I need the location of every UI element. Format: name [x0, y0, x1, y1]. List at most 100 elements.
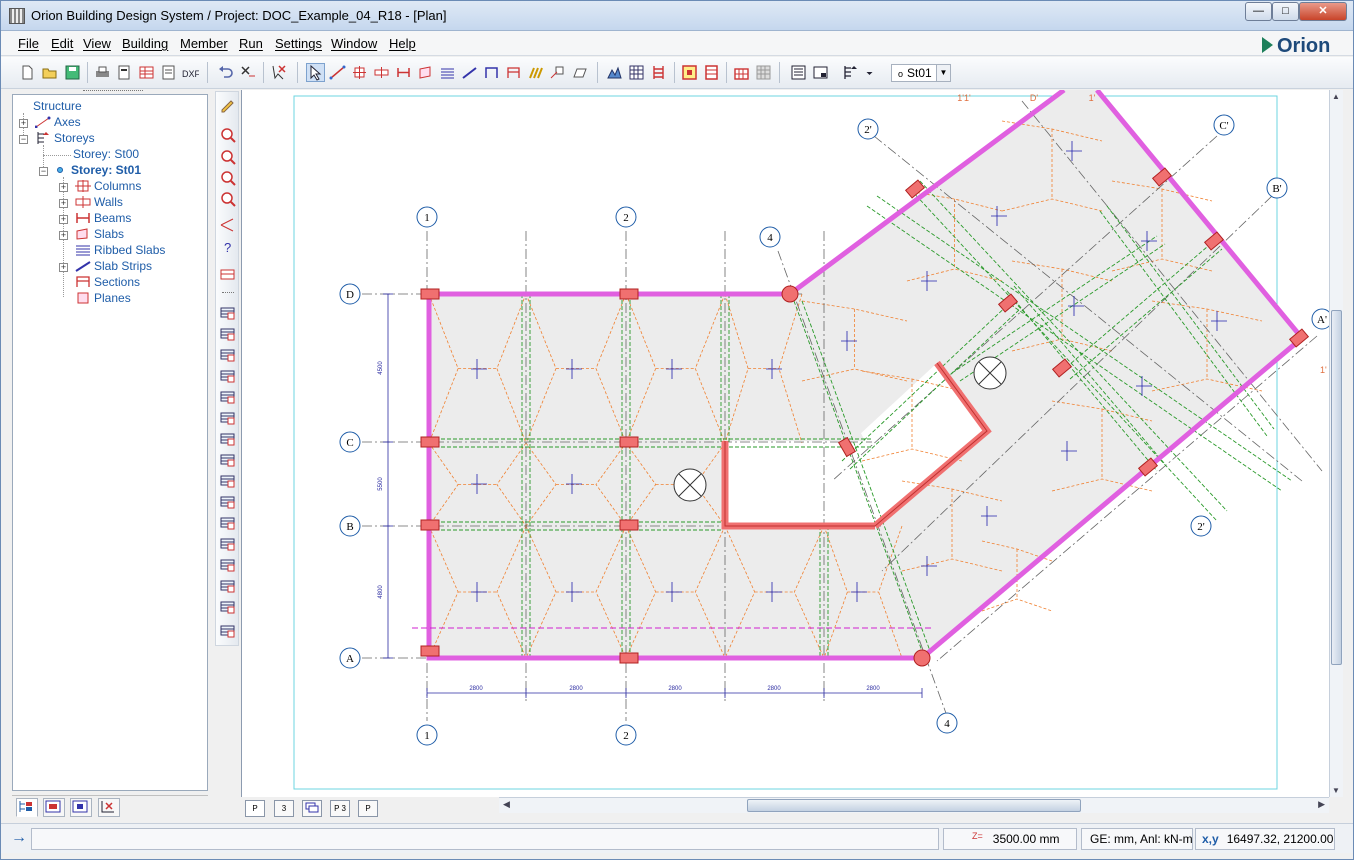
new-file-icon[interactable]	[18, 63, 37, 82]
plane-icon[interactable]	[570, 63, 589, 82]
storey-tool-2-icon[interactable]	[219, 325, 237, 343]
table-icon[interactable]	[137, 63, 156, 82]
save-icon[interactable]	[63, 63, 82, 82]
view-3d-icon[interactable]	[605, 63, 624, 82]
query-icon[interactable]: ?	[219, 238, 237, 256]
zoom-extents-icon[interactable]	[219, 190, 237, 208]
print-icon[interactable]	[93, 63, 112, 82]
horizontal-scroll-thumb[interactable]	[747, 799, 1081, 812]
floor-plan-drawing[interactable]: 1 21 244DCBA2' C'B'A'2'1'1' D' 1'1'4500550048…	[242, 90, 1330, 797]
view-angle-icon[interactable]	[219, 216, 237, 234]
slab-strip-icon[interactable]	[460, 63, 479, 82]
tree-item-storey-st00[interactable]: Storey: St00	[73, 147, 139, 163]
menu-file[interactable]: File	[18, 36, 39, 51]
open-folder-icon[interactable]	[40, 63, 59, 82]
select-pointer-icon[interactable]	[306, 63, 325, 82]
storey-tool-6-icon[interactable]	[219, 409, 237, 427]
dxf-export-icon[interactable]: DXF	[181, 63, 201, 82]
menu-building[interactable]: Building	[122, 36, 168, 51]
storey-nav-icon[interactable]	[841, 63, 860, 82]
tree-item-axes[interactable]: Axes	[35, 115, 81, 131]
section-icon[interactable]	[504, 63, 523, 82]
tree-item-slabs[interactable]: Slabs	[75, 227, 124, 243]
storey-tool-8-icon[interactable]	[219, 451, 237, 469]
menu-member[interactable]: Member	[180, 36, 228, 51]
storey-tool-15-icon[interactable]	[219, 598, 237, 616]
print-preview-icon[interactable]	[115, 63, 134, 82]
storey-tool-4-icon[interactable]	[219, 367, 237, 385]
storey-tool-10-icon[interactable]	[219, 493, 237, 511]
storey-tool-7-icon[interactable]	[219, 430, 237, 448]
menu-run[interactable]: Run	[239, 36, 263, 51]
tab-drawings[interactable]	[43, 798, 65, 817]
vertical-scrollbar[interactable]: ▲ ▼	[1329, 90, 1343, 797]
close-button[interactable]: ✕	[1299, 2, 1347, 21]
grid-table-icon[interactable]	[627, 63, 646, 82]
chevron-down-icon[interactable]: ▼	[936, 65, 950, 81]
storey-tool-14-icon[interactable]	[219, 577, 237, 595]
menu-help[interactable]: Help	[389, 36, 416, 51]
dimension-icon[interactable]	[548, 63, 567, 82]
expand-slab-strips[interactable]: +	[59, 263, 68, 272]
storey-tool-11-icon[interactable]	[219, 514, 237, 532]
window-view-icon[interactable]	[811, 63, 830, 82]
frame-icon[interactable]	[482, 63, 501, 82]
column-tool-icon[interactable]	[350, 63, 369, 82]
tree-root-structure[interactable]: Structure	[33, 99, 82, 115]
tab-structure-tree[interactable]	[16, 798, 38, 817]
grid-toggle-icon[interactable]	[754, 63, 773, 82]
expand-columns[interactable]: +	[59, 183, 68, 192]
expand-slabs[interactable]: +	[59, 231, 68, 240]
dropdown-arrow-icon[interactable]	[860, 63, 873, 82]
undo-icon[interactable]	[216, 63, 235, 82]
tab-reports[interactable]	[98, 798, 120, 817]
scroll-down-icon[interactable]: ▼	[1332, 786, 1340, 795]
reinforcement-icon[interactable]	[649, 63, 668, 82]
scroll-right-icon[interactable]: ▶	[1318, 799, 1325, 810]
menu-settings[interactable]: Settings	[275, 36, 322, 51]
wall-tool-icon[interactable]	[372, 63, 391, 82]
member-table-icon[interactable]	[219, 266, 237, 284]
tree-item-storeys[interactable]: Storeys	[35, 131, 95, 147]
tree-item-slab-strips[interactable]: Slab Strips	[75, 259, 152, 275]
command-line-input[interactable]	[31, 828, 939, 850]
tree-item-planes[interactable]: Planes	[75, 291, 131, 307]
tree-item-storey-st01[interactable]: Storey: St01	[57, 163, 141, 179]
beam-tool-icon[interactable]	[394, 63, 413, 82]
storey-tool-16-icon[interactable]	[219, 622, 237, 640]
scroll-up-icon[interactable]: ▲	[1332, 92, 1340, 101]
building-icon[interactable]	[732, 63, 751, 82]
draw-line-icon[interactable]	[328, 63, 347, 82]
pencil-icon[interactable]	[219, 96, 237, 114]
expand-walls[interactable]: +	[59, 199, 68, 208]
vertical-scroll-thumb[interactable]	[1331, 310, 1342, 665]
tree-item-sections[interactable]: Sections	[75, 275, 140, 291]
tab-analysis[interactable]	[70, 798, 92, 817]
zoom-window-icon[interactable]	[219, 126, 237, 144]
panel-grip[interactable]	[83, 90, 143, 93]
zoom-all-icon[interactable]	[219, 169, 237, 187]
menu-window[interactable]: Window	[331, 36, 377, 51]
expand-axes[interactable]: +	[19, 119, 28, 128]
storey-tool-12-icon[interactable]	[219, 535, 237, 553]
ribbed-slab-icon[interactable]	[438, 63, 457, 82]
storey-select[interactable]: o St01 ▼	[891, 64, 951, 82]
scroll-left-icon[interactable]: ◀	[503, 799, 510, 810]
deselect-icon[interactable]	[269, 63, 288, 82]
delete-icon[interactable]	[238, 63, 257, 82]
tab-3d-view[interactable]: 3	[274, 800, 294, 817]
storey-model-icon[interactable]	[702, 63, 721, 82]
storey-tool-1-icon[interactable]	[219, 304, 237, 322]
horizontal-scrollbar[interactable]: ◀ ▶	[499, 797, 1329, 813]
menu-edit[interactable]: Edit	[51, 36, 73, 51]
tab-plan-3d-view[interactable]: P 3	[330, 800, 350, 817]
slab-tool-icon[interactable]	[416, 63, 435, 82]
expand-beams[interactable]: +	[59, 215, 68, 224]
zoom-previous-icon[interactable]	[219, 148, 237, 166]
analysis-model-icon[interactable]	[680, 63, 699, 82]
minimize-button[interactable]: —	[1245, 2, 1272, 21]
tree-item-walls[interactable]: Walls	[75, 195, 123, 211]
collapse-storeys[interactable]: −	[19, 135, 28, 144]
storey-tool-3-icon[interactable]	[219, 346, 237, 364]
plan-canvas[interactable]: 1 2 1 2 4 4 D C B A 2' C' B' A' 2' 1'1' D' 1' 1' 4500 5500 48…	[241, 90, 1330, 797]
